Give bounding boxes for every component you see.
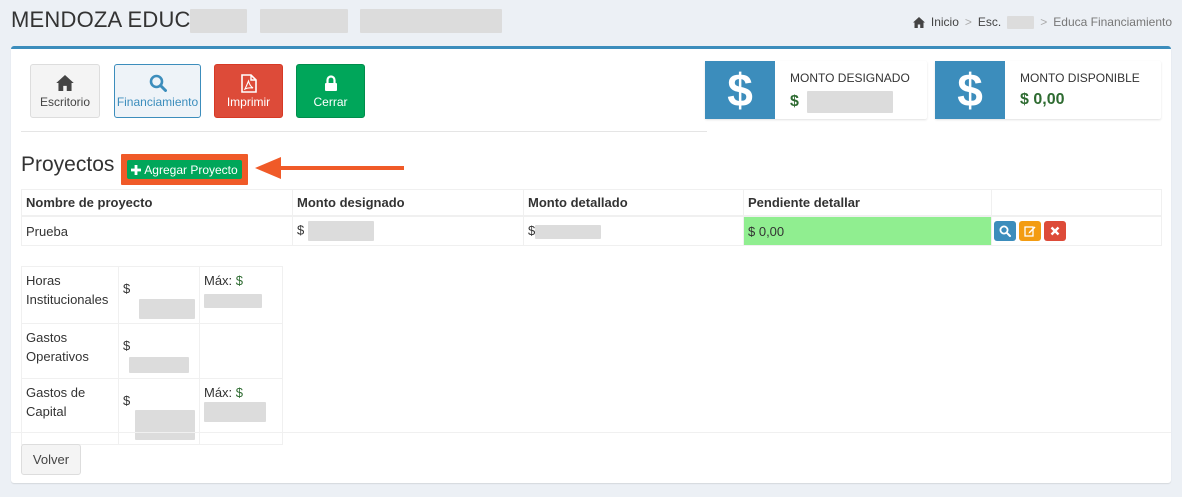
cerrar-button[interactable]: Cerrar [296, 64, 365, 118]
col-actions [991, 189, 1162, 217]
pdf-file-icon [240, 73, 257, 93]
proyectos-title: Proyectos [21, 153, 115, 176]
dollar-icon: $ [935, 61, 1005, 119]
box-footer: Volver [11, 432, 1171, 483]
monto-disponible-value: $ 0,00 [1020, 91, 1065, 108]
close-icon [1050, 226, 1060, 236]
redacted-title-part [360, 9, 502, 33]
imprimir-label: Imprimir [226, 95, 271, 109]
redacted-title-part [260, 9, 348, 33]
redacted-amount [807, 91, 894, 113]
breadcrumb-home[interactable]: Inicio [931, 15, 959, 29]
budget-table: Horas Institucionales $ Máx: $ Gastos Op… [21, 266, 283, 445]
toolbar-divider [21, 131, 707, 132]
budget-max: Máx: $ [199, 266, 283, 324]
lock-icon [324, 74, 337, 91]
main-box: Escritorio Financiamiento Imprimir Cerra… [11, 46, 1171, 483]
financiamiento-label: Financiamiento [116, 95, 199, 109]
breadcrumb-school[interactable]: Esc. [978, 15, 1001, 29]
redacted-amount [535, 224, 602, 239]
financiamiento-button[interactable]: Financiamiento [114, 64, 201, 118]
page-header: MENDOZA EDUCA Inicio > Esc. > Educa Fina… [0, 0, 1182, 44]
monto-disponible-box: $ MONTO DISPONIBLE $ 0,00 [935, 61, 1161, 119]
agregar-proyecto-label: Agregar Proyecto [144, 162, 238, 177]
redacted-school-name [1007, 15, 1035, 29]
redacted-amount [307, 221, 374, 241]
budget-amount: $ [118, 266, 200, 324]
budget-row: Gastos Operativos $ [21, 322, 283, 379]
dollar-icon: $ [705, 61, 775, 119]
search-icon [999, 225, 1011, 237]
delete-button[interactable] [1044, 221, 1066, 241]
escritorio-label: Escritorio [39, 95, 90, 109]
page-title: MENDOZA EDUCA [11, 7, 206, 33]
col-nombre: Nombre de proyecto [21, 189, 293, 217]
view-button[interactable] [994, 221, 1016, 241]
monto-designado-box: $ MONTO DESIGNADO $ [705, 61, 927, 119]
add-button-highlight: Agregar Proyecto [121, 154, 248, 185]
volver-button[interactable]: Volver [21, 444, 81, 475]
edit-icon [1024, 226, 1036, 237]
table-row: Prueba $ $ $ 0,00 [21, 215, 1162, 246]
breadcrumb-separator: > [1040, 15, 1048, 29]
project-pendiente: $ 0,00 [743, 215, 992, 246]
breadcrumb-separator: > [964, 15, 972, 29]
breadcrumb: Inicio > Esc. > Educa Financiamiento [912, 15, 1172, 29]
app-title: MENDOZA EDUCA [11, 7, 206, 32]
col-pendiente: Pendiente detallar [743, 189, 992, 217]
redacted-amount [139, 298, 195, 319]
table-header-row: Nombre de proyecto Monto designado Monto… [21, 189, 1162, 217]
redacted-amount [204, 402, 266, 423]
cerrar-label: Cerrar [313, 95, 348, 109]
project-monto-designado: $ [292, 215, 524, 246]
agregar-proyecto-button[interactable]: Agregar Proyecto [127, 160, 242, 179]
plus-icon [131, 164, 142, 175]
col-monto-designado: Monto designado [292, 189, 524, 217]
monto-designado-value: $ [790, 91, 894, 113]
redacted-amount [204, 293, 262, 308]
budget-label: Gastos Operativos [21, 322, 119, 379]
monto-disponible-label: MONTO DISPONIBLE [1020, 71, 1140, 85]
search-icon [149, 74, 167, 92]
project-actions [991, 215, 1162, 246]
home-icon [56, 75, 74, 91]
project-monto-detallado: $ [523, 215, 744, 246]
home-icon [912, 16, 925, 28]
redacted-title-part [190, 9, 247, 33]
annotation-arrow [255, 157, 404, 179]
budget-max [199, 322, 283, 379]
monto-designado-label: MONTO DESIGNADO [790, 71, 910, 85]
breadcrumb-current: Educa Financiamiento [1053, 15, 1172, 29]
imprimir-button[interactable]: Imprimir [214, 64, 283, 118]
escritorio-button[interactable]: Escritorio [30, 64, 100, 118]
edit-button[interactable] [1019, 221, 1041, 241]
budget-label: Horas Institucionales [21, 266, 119, 324]
col-monto-detallado: Monto detallado [523, 189, 744, 217]
budget-row: Horas Institucionales $ Máx: $ [21, 266, 283, 324]
redacted-amount [129, 357, 189, 374]
budget-amount: $ [118, 322, 200, 379]
project-name: Prueba [21, 215, 293, 246]
proyectos-table: Nombre de proyecto Monto designado Monto… [21, 189, 1162, 246]
